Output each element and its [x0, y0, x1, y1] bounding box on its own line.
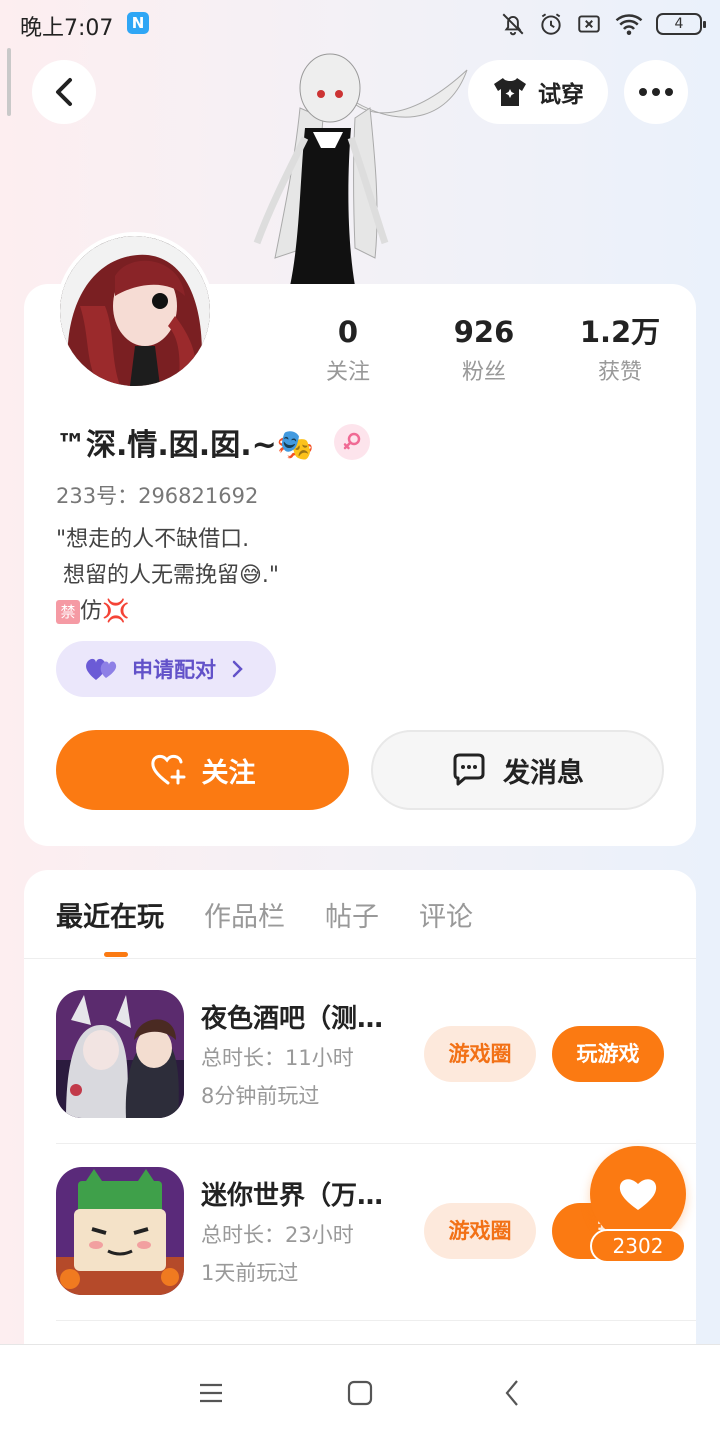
follow-label: 关注 — [201, 757, 256, 789]
menu-icon[interactable] — [191, 1375, 231, 1411]
tab-comments[interactable]: 评论 — [419, 895, 473, 934]
stat-likes-label: 获赞 — [597, 360, 642, 385]
row-divider — [56, 1143, 696, 1144]
ban-tag: 禁 — [56, 600, 80, 624]
character-avatar-figure — [253, 53, 468, 286]
avatar-image — [60, 236, 210, 386]
chat-bubble-icon — [453, 753, 485, 786]
heart-plus-icon — [150, 754, 185, 785]
double-heart-icon — [86, 658, 117, 680]
stat-following[interactable]: 0 关注 — [283, 314, 413, 394]
tab-recently-played[interactable]: 最近在玩 — [56, 895, 164, 934]
game-last-played: 8分钟前玩过 — [201, 1084, 320, 1108]
game-circle-button[interactable]: 游戏圈 — [424, 1026, 536, 1082]
play-game-button[interactable]: 玩游戏 — [552, 1026, 664, 1082]
try-on-label: 试穿 — [538, 82, 584, 108]
chevron-right-icon — [232, 660, 243, 678]
like-button[interactable] — [590, 1146, 686, 1242]
notification-app-icon: N — [127, 12, 149, 34]
game-row[interactable]: 夜色酒吧（测… 总时长：11小时 8分钟前玩过 游戏圈 玩游戏 — [56, 990, 696, 1130]
avatar[interactable] — [56, 232, 214, 390]
bio: "想走的人不缺借口. 想留的人无需挽留😅." 禁仿💢 — [56, 522, 279, 630]
row-divider — [56, 1320, 696, 1321]
female-gender-icon — [334, 424, 371, 460]
tabs-divider — [24, 958, 696, 959]
back-button[interactable] — [32, 60, 96, 124]
game-last-played: 1天前玩过 — [201, 1261, 299, 1285]
heart-icon — [619, 1179, 657, 1210]
follow-button[interactable]: 关注 — [56, 730, 349, 810]
mute-bell-icon — [502, 13, 524, 36]
tab-posts[interactable]: 帖子 — [325, 895, 379, 934]
apply-pairing-label: 申请配对 — [132, 658, 216, 682]
status-bar: 晚上7:07 N 4 — [0, 0, 720, 50]
bio-tag-suffix: 仿💢 — [80, 599, 130, 624]
game-duration: 总时长：23小时 — [201, 1223, 354, 1247]
game-icon-night-bar — [56, 990, 184, 1118]
game-circle-button[interactable]: 游戏圈 — [424, 1203, 536, 1259]
alarm-icon — [541, 13, 561, 35]
apply-pairing-button[interactable]: 申请配对 — [56, 641, 276, 697]
home-icon[interactable] — [340, 1375, 380, 1411]
profile-tabs: 最近在玩 作品栏 帖子 评论 — [56, 895, 473, 934]
stat-following-value: 0 — [337, 315, 359, 349]
tab-works[interactable]: 作品栏 — [204, 895, 285, 934]
system-nav-bar — [0, 1344, 720, 1440]
game-duration: 总时长：11小时 — [201, 1046, 354, 1070]
stat-fans[interactable]: 926 粉丝 — [419, 314, 549, 394]
sim-off-icon — [578, 15, 600, 33]
status-icons: 4 — [500, 8, 706, 40]
status-time: 晚上7:07 — [20, 16, 114, 41]
chevron-left-icon — [56, 78, 72, 106]
back-nav-icon[interactable] — [492, 1375, 532, 1411]
battery-icon: 4 — [656, 13, 706, 35]
game-icon-mini-world — [56, 1167, 184, 1295]
more-dots-icon — [639, 88, 673, 96]
bio-text: "想走的人不缺借口. 想留的人无需挽留😅." — [56, 527, 280, 588]
stat-fans-label: 粉丝 — [461, 360, 506, 385]
wifi-icon — [615, 14, 643, 35]
nickname: ™深.情.囡.囡.~🎭 — [56, 428, 315, 463]
send-message-button[interactable]: 发消息 — [371, 730, 664, 810]
send-message-label: 发消息 — [503, 757, 584, 789]
active-tab-indicator — [104, 952, 128, 957]
user-id: 233号：296821692 — [56, 484, 259, 508]
stat-likes-value: 1.2万 — [579, 315, 661, 349]
nickname-row: ™深.情.囡.囡.~🎭 — [56, 420, 371, 464]
stat-fans-value: 926 — [453, 315, 515, 349]
stat-following-label: 关注 — [325, 360, 370, 385]
try-on-button[interactable]: 试穿 — [468, 60, 608, 124]
more-options-button[interactable] — [624, 60, 688, 124]
game-title: 迷你世界（万… — [201, 1181, 384, 1211]
scroll-indicator — [7, 48, 11, 116]
like-count: 2302 — [590, 1229, 686, 1263]
game-title: 夜色酒吧（测… — [201, 1004, 384, 1034]
tshirt-icon — [494, 78, 526, 106]
stat-likes[interactable]: 1.2万 获赞 — [555, 314, 685, 394]
